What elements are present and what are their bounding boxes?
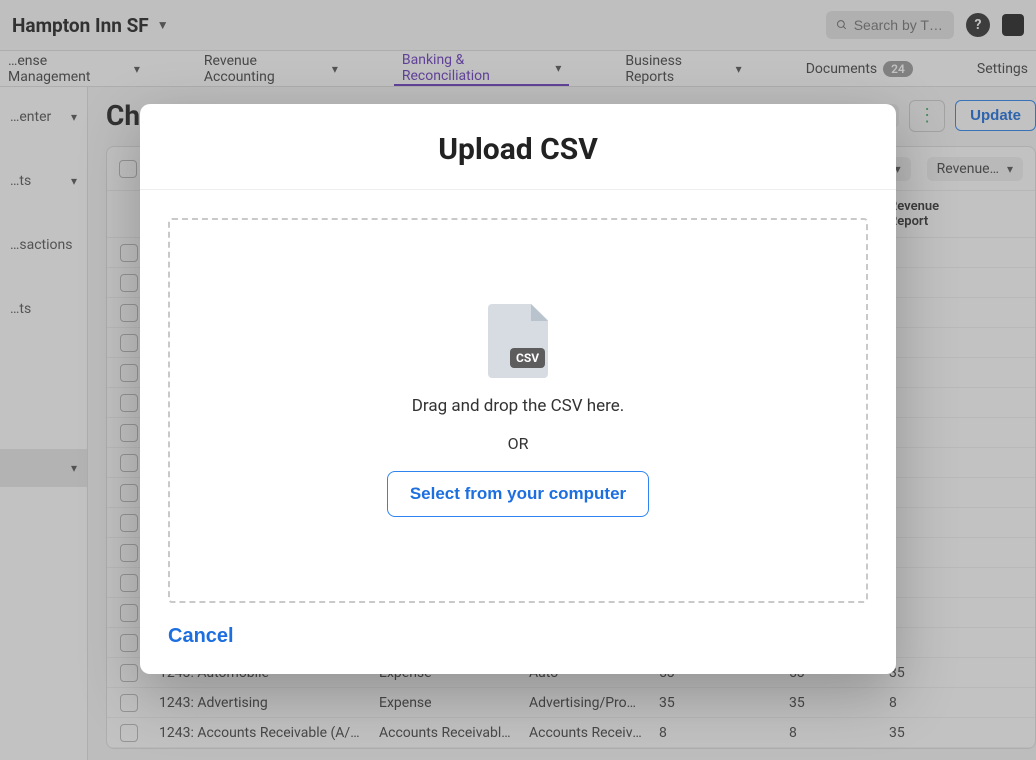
modal-mask[interactable]: Upload CSV CSV Drag and drop the CSV her… xyxy=(0,0,1036,760)
modal-footer: Cancel xyxy=(140,603,896,674)
csv-dropzone[interactable]: CSV Drag and drop the CSV here. OR Selec… xyxy=(168,218,868,603)
csv-tag: CSV xyxy=(510,348,545,368)
select-from-computer-button[interactable]: Select from your computer xyxy=(387,471,649,517)
drop-text: Drag and drop the CSV here. xyxy=(412,396,625,416)
upload-csv-modal: Upload CSV CSV Drag and drop the CSV her… xyxy=(140,104,896,674)
modal-title: Upload CSV xyxy=(140,104,896,190)
or-text: OR xyxy=(508,434,529,453)
cancel-button[interactable]: Cancel xyxy=(168,625,234,648)
csv-file-icon: CSV xyxy=(488,304,548,378)
